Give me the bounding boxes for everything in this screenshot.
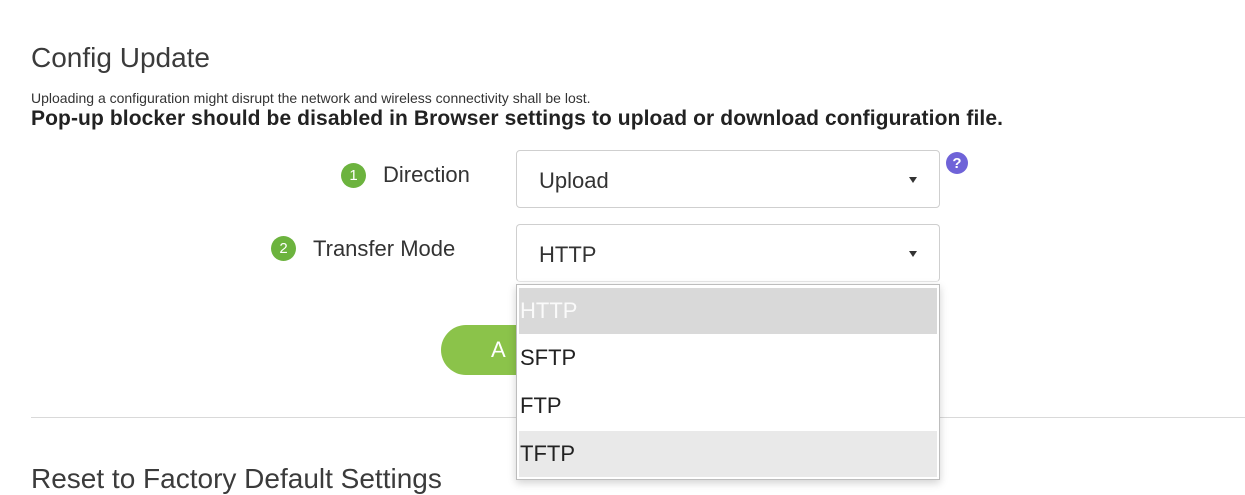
step-2-badge: 2 <box>271 236 296 261</box>
transfer-mode-select[interactable]: HTTP <box>516 224 940 282</box>
transfer-mode-dropdown: HTTP SFTP FTP TFTP <box>516 284 940 480</box>
option-ftp[interactable]: FTP <box>519 383 937 429</box>
direction-select-value: Upload <box>539 168 609 193</box>
direction-label: Direction <box>383 162 470 187</box>
option-tftp[interactable]: TFTP <box>519 431 937 477</box>
config-update-description: Uploading a configuration might disrupt … <box>31 90 591 106</box>
transfer-mode-label: Transfer Mode <box>313 236 456 261</box>
direction-select[interactable]: Upload <box>516 150 940 208</box>
option-http[interactable]: HTTP <box>519 288 937 334</box>
caret-down-icon <box>909 177 917 183</box>
step-1-badge: 1 <box>341 163 366 188</box>
transfer-mode-select-value: HTTP <box>539 242 597 267</box>
config-update-title: Config Update <box>31 42 211 73</box>
help-icon[interactable]: ? <box>946 152 968 174</box>
caret-down-icon <box>909 251 917 257</box>
option-sftp[interactable]: SFTP <box>519 335 937 381</box>
popup-blocker-warning: Pop-up blocker should be disabled in Bro… <box>31 107 1004 130</box>
reset-factory-title: Reset to Factory Default Settings <box>31 463 442 494</box>
